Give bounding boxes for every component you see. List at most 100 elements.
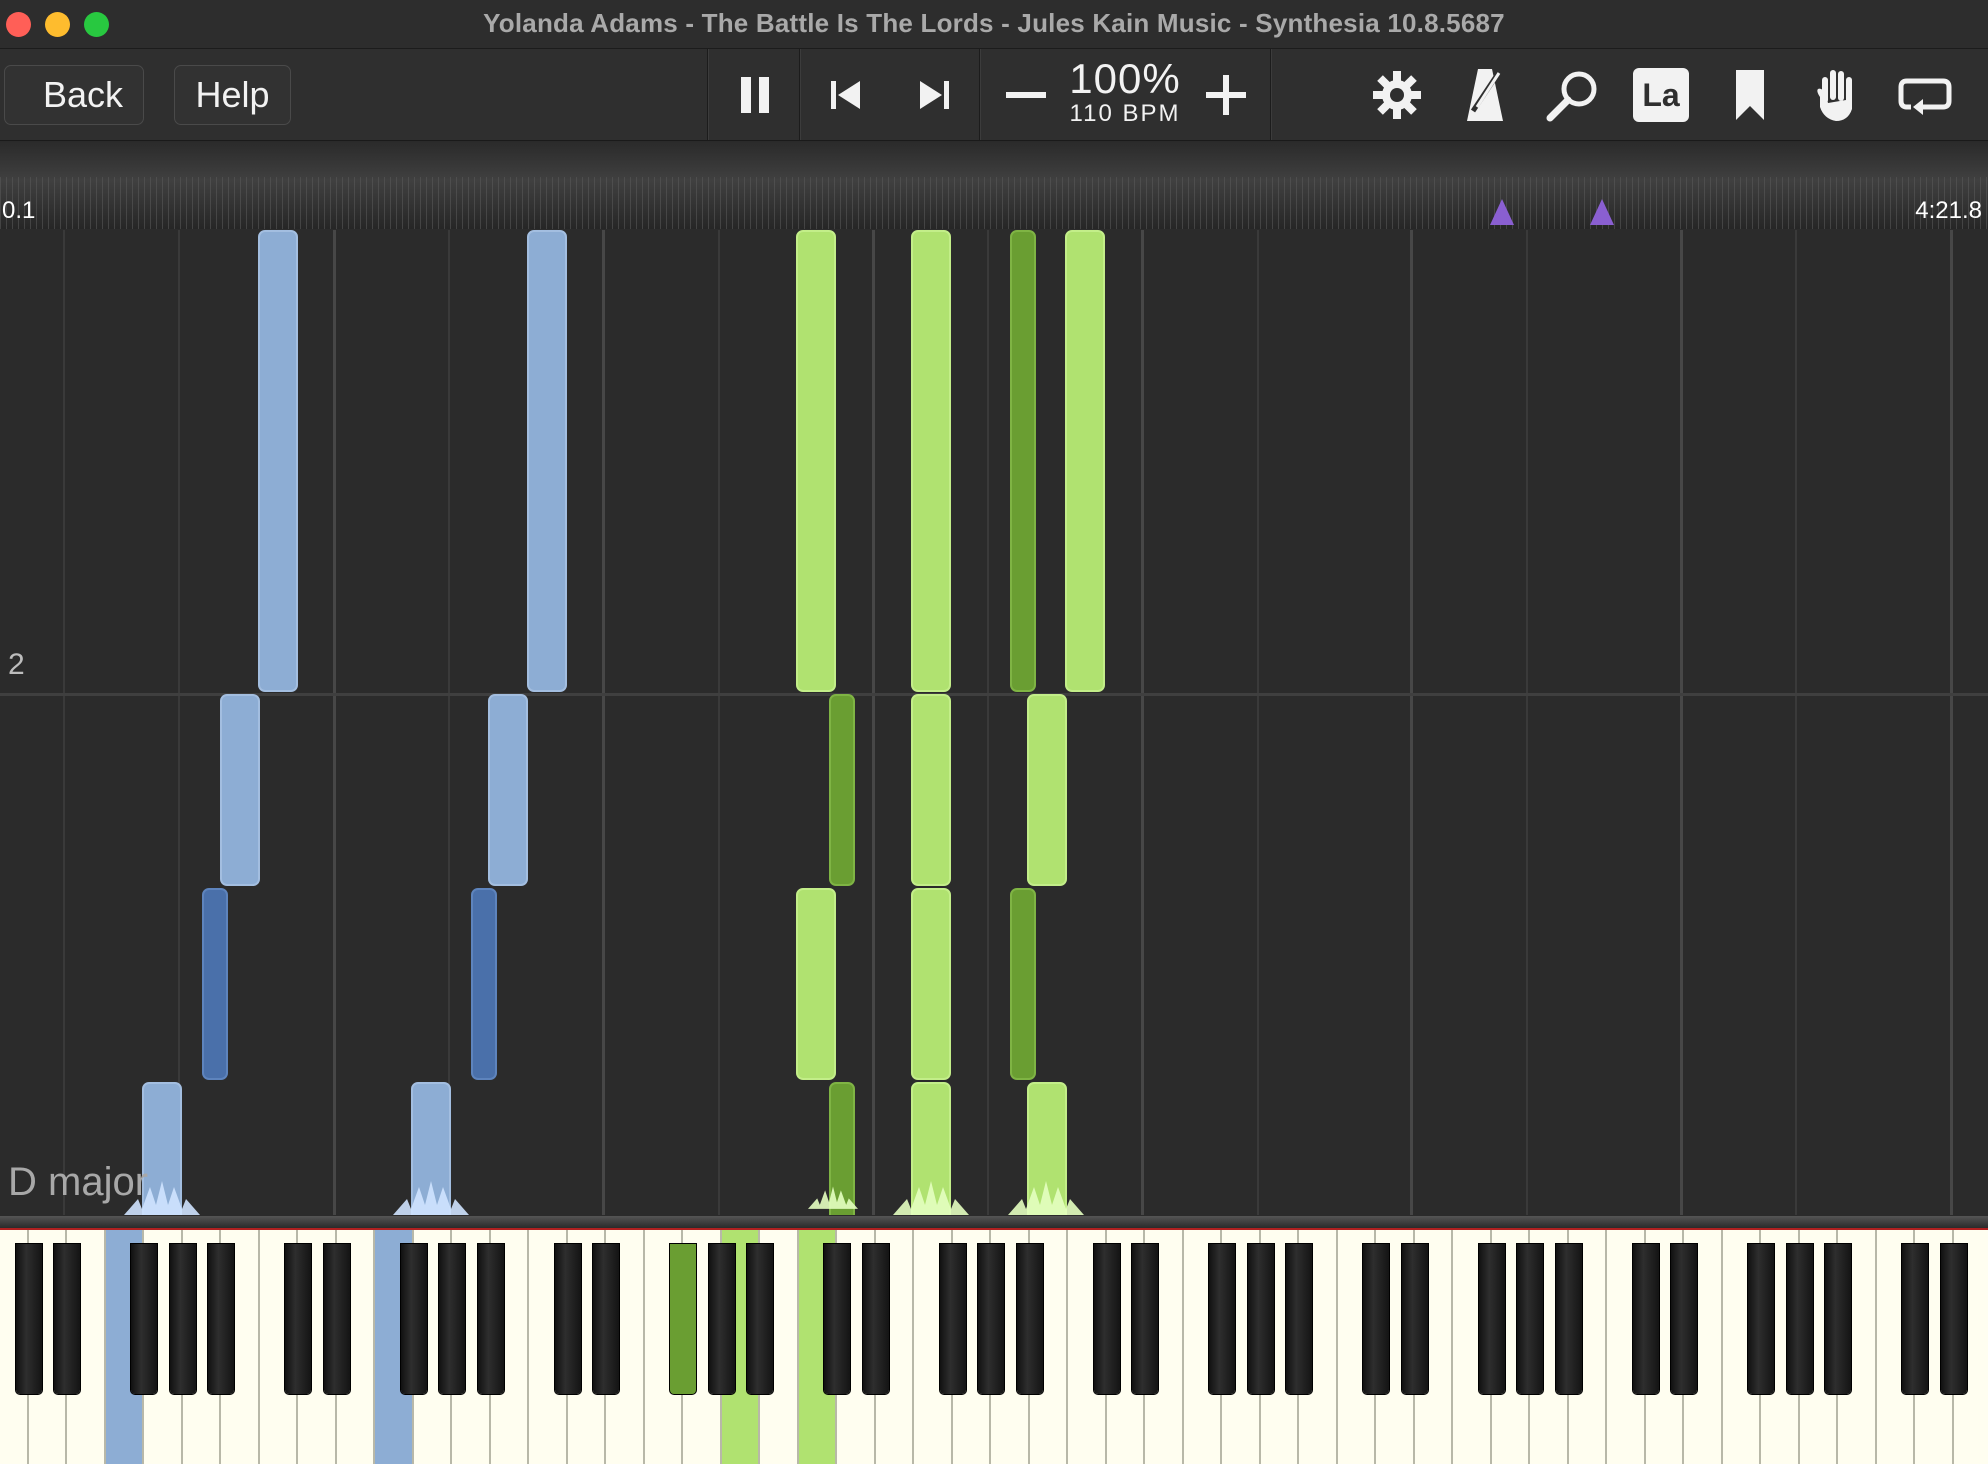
back-button-label: Back (42, 74, 124, 115)
black-key[interactable] (1748, 1244, 1774, 1394)
black-key[interactable] (1363, 1244, 1389, 1394)
black-key[interactable] (1825, 1244, 1851, 1394)
bookmark-icon (1736, 70, 1764, 120)
note-labels-button[interactable]: La (1633, 68, 1689, 122)
note-roll: 2 D major (0, 230, 1988, 1215)
grid-line (1526, 230, 1528, 1215)
note-hit-spark (893, 1181, 969, 1215)
note-right-hand (1010, 230, 1036, 692)
piano-keyboard[interactable] (0, 1216, 1988, 1464)
pause-icon (741, 77, 769, 113)
metronome-icon (1467, 69, 1503, 121)
black-key[interactable] (169, 1244, 196, 1394)
black-key[interactable] (939, 1244, 966, 1394)
settings-button[interactable] (1369, 69, 1425, 121)
note-left-hand (202, 888, 228, 1080)
black-key[interactable] (1401, 1244, 1428, 1394)
black-key[interactable] (208, 1244, 234, 1394)
black-key[interactable] (978, 1244, 1004, 1394)
magnifier-icon (1546, 71, 1597, 122)
grid-line (987, 230, 989, 1215)
black-key[interactable] (285, 1244, 311, 1394)
toolbar-divider (1270, 49, 1271, 140)
help-button-label: Help (195, 74, 270, 115)
black-key[interactable] (747, 1244, 773, 1394)
bookmark-marker[interactable] (1590, 199, 1614, 225)
black-key[interactable] (400, 1244, 427, 1394)
toolbar: Back Help 100% 110 BPM La (0, 49, 1988, 141)
black-key[interactable] (439, 1244, 465, 1394)
speed-readout: 100% 110 BPM (1060, 57, 1190, 127)
octave-line (333, 230, 336, 1215)
black-key[interactable] (1555, 1244, 1582, 1394)
note-right-hand (911, 694, 951, 886)
black-key[interactable] (670, 1244, 696, 1394)
hands-button[interactable] (1810, 69, 1866, 121)
window-titlebar: Yolanda Adams - The Battle Is The Lords … (0, 0, 1988, 49)
octave-line (602, 230, 605, 1215)
octave-line (1680, 230, 1683, 1215)
note-right-hand (1027, 694, 1067, 886)
octave-line (872, 230, 875, 1215)
black-key[interactable] (1786, 1244, 1813, 1394)
bookmark-button[interactable] (1722, 69, 1778, 121)
note-labels-icon: La (1633, 68, 1689, 122)
black-key[interactable] (323, 1244, 350, 1394)
hand-icon (1817, 70, 1852, 121)
black-key[interactable] (1517, 1244, 1543, 1394)
timeline-start-time: 0.1 (2, 197, 36, 224)
grid-line (63, 230, 65, 1215)
loop-button[interactable] (1897, 69, 1953, 121)
black-key[interactable] (1132, 1244, 1158, 1394)
black-key[interactable] (862, 1244, 889, 1394)
grid-line (178, 230, 180, 1215)
note-right-hand (829, 694, 855, 886)
black-key[interactable] (1286, 1244, 1312, 1394)
grid-line (718, 230, 720, 1215)
white-keys (0, 1230, 1988, 1464)
black-key[interactable] (593, 1244, 619, 1394)
note-left-hand (258, 230, 298, 692)
skip-back-icon (831, 81, 860, 109)
skip-back-button[interactable] (818, 69, 874, 121)
speed-down-button[interactable] (998, 69, 1054, 121)
note-right-hand (796, 230, 836, 692)
black-key[interactable] (54, 1244, 80, 1394)
speed-up-button[interactable] (1198, 69, 1254, 121)
note-left-hand (220, 694, 260, 886)
measure-line (0, 693, 1988, 696)
timeline-scrubber[interactable]: 0.1 4:21.8 (0, 141, 1988, 229)
black-key[interactable] (824, 1244, 850, 1394)
black-key[interactable] (1016, 1244, 1043, 1394)
note-left-hand (471, 888, 497, 1080)
black-key[interactable] (1478, 1244, 1505, 1394)
black-key[interactable] (1209, 1244, 1235, 1394)
black-key[interactable] (15, 1244, 42, 1394)
zoom-button[interactable] (1545, 69, 1601, 122)
tempo-bpm: 110 BPM (1069, 100, 1181, 127)
black-key[interactable] (1671, 1244, 1697, 1394)
toolbar-divider (707, 49, 708, 140)
note-labels-text: La (1642, 76, 1680, 113)
black-key[interactable] (1247, 1244, 1274, 1394)
bookmark-marker[interactable] (1490, 199, 1514, 225)
black-key[interactable] (1632, 1244, 1659, 1394)
skip-forward-icon (920, 81, 949, 109)
metronome-button[interactable] (1457, 69, 1513, 121)
help-button[interactable]: Help (174, 65, 291, 125)
black-key[interactable] (131, 1244, 157, 1394)
note-right-hand (911, 888, 951, 1080)
pause-button[interactable] (727, 69, 783, 121)
black-key[interactable] (708, 1244, 735, 1394)
octave-line (1410, 230, 1413, 1215)
skip-forward-button[interactable] (906, 69, 962, 121)
note-right-hand (1065, 230, 1105, 692)
black-key[interactable] (554, 1244, 581, 1394)
toolbar-divider (799, 49, 800, 140)
black-key[interactable] (477, 1244, 504, 1394)
black-key[interactable] (1940, 1244, 1967, 1394)
note-right-hand (911, 230, 951, 692)
back-button[interactable]: Back (4, 65, 144, 125)
black-key[interactable] (1902, 1244, 1928, 1394)
black-key[interactable] (1093, 1244, 1120, 1394)
